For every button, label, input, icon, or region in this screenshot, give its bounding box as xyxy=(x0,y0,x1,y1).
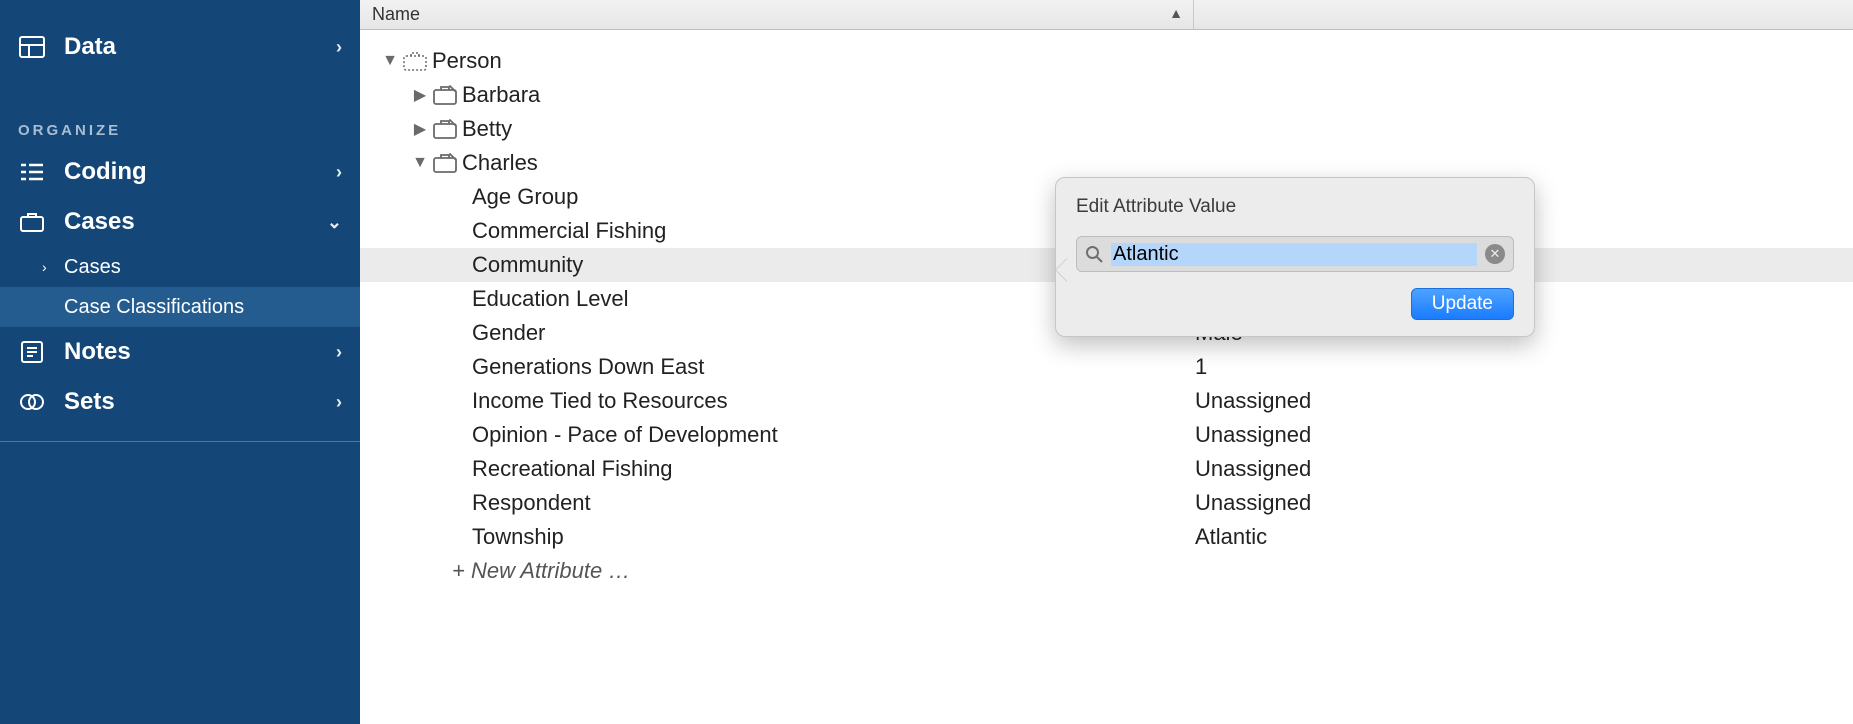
attribute-row[interactable]: Income Tied to Resources Unassigned xyxy=(360,384,1853,418)
tree-node-label: Barbara xyxy=(462,82,540,108)
attribute-row[interactable]: Recreational Fishing Unassigned xyxy=(360,452,1853,486)
nav-cases[interactable]: Cases ⌄ xyxy=(0,197,360,247)
nav-data-label: Data xyxy=(64,33,336,61)
main-panel: Name ▲ ▼ Person ▶ Barbara ▶ xyxy=(360,0,1853,724)
column-header-name-label: Name xyxy=(372,4,420,25)
chevron-down-icon: ⌄ xyxy=(327,212,342,233)
disclosure-open-icon[interactable]: ▼ xyxy=(378,52,402,70)
attribute-name: Gender xyxy=(468,320,545,346)
divider xyxy=(0,441,360,442)
chevron-right-icon: › xyxy=(42,259,60,275)
tree-node-label: Person xyxy=(432,48,502,74)
attribute-row[interactable]: Opinion - Pace of Development Unassigned xyxy=(360,418,1853,452)
attribute-name: Respondent xyxy=(468,490,591,516)
sidebar: Data › ORGANIZE Coding › Cases ⌄ › Cases… xyxy=(0,0,360,724)
chevron-right-icon: › xyxy=(336,342,342,363)
attribute-value-field-wrap: ✕ xyxy=(1076,236,1514,272)
nav-case-classifications[interactable]: Case Classifications xyxy=(0,287,360,327)
list-icon xyxy=(18,158,46,186)
tree-node-label: Charles xyxy=(462,150,538,176)
new-attribute-button[interactable]: + New Attribute … xyxy=(360,554,1853,588)
update-button[interactable]: Update xyxy=(1411,288,1514,320)
nav-data[interactable]: Data › xyxy=(0,22,360,72)
attribute-name: Education Level xyxy=(468,286,629,312)
nav-cases-sub-label: Cases xyxy=(64,256,121,279)
attribute-name: Community xyxy=(468,252,583,278)
attribute-value: 1 xyxy=(1195,354,1207,380)
chevron-right-icon: › xyxy=(336,162,342,183)
case-icon xyxy=(432,84,462,106)
attribute-name: Opinion - Pace of Development xyxy=(468,422,778,448)
column-header-name[interactable]: Name ▲ xyxy=(360,0,1194,29)
clear-input-icon[interactable]: ✕ xyxy=(1485,244,1505,264)
nav-coding-label: Coding xyxy=(64,158,336,186)
nav-case-classifications-label: Case Classifications xyxy=(64,296,244,319)
tree-node-person[interactable]: ▼ Person xyxy=(360,44,1853,78)
attribute-value-input[interactable] xyxy=(1111,243,1477,266)
tree-node-charles[interactable]: ▼ Charles xyxy=(360,146,1853,180)
nav-sets[interactable]: Sets › xyxy=(0,377,360,427)
attribute-name: Recreational Fishing xyxy=(468,456,673,482)
nav-coding[interactable]: Coding › xyxy=(0,147,360,197)
edit-attribute-popover: Edit Attribute Value ✕ Update xyxy=(1055,177,1535,337)
chevron-right-icon: › xyxy=(336,392,342,413)
attribute-name: Income Tied to Resources xyxy=(468,388,728,414)
attribute-value: Atlantic xyxy=(1195,524,1267,550)
attribute-name: Township xyxy=(468,524,564,550)
briefcase-icon xyxy=(18,208,46,236)
notes-icon xyxy=(18,338,46,366)
column-header-row: Name ▲ xyxy=(360,0,1853,30)
classification-icon xyxy=(402,50,432,72)
attribute-name: Generations Down East xyxy=(468,354,704,380)
disclosure-closed-icon[interactable]: ▶ xyxy=(408,85,432,105)
attribute-name: Age Group xyxy=(468,184,578,210)
data-icon xyxy=(18,33,46,61)
nav-notes-label: Notes xyxy=(64,338,336,366)
nav-cases-label: Cases xyxy=(64,208,327,236)
sets-icon xyxy=(18,388,46,416)
attribute-value: Unassigned xyxy=(1195,456,1311,482)
nav-sets-label: Sets xyxy=(64,388,336,416)
attribute-name: Commercial Fishing xyxy=(468,218,666,244)
attribute-value: Unassigned xyxy=(1195,422,1311,448)
sort-asc-icon: ▲ xyxy=(1169,5,1183,21)
attribute-row[interactable]: Generations Down East 1 xyxy=(360,350,1853,384)
attribute-value: Unassigned xyxy=(1195,388,1311,414)
attribute-row[interactable]: Township Atlantic xyxy=(360,520,1853,554)
disclosure-closed-icon[interactable]: ▶ xyxy=(408,119,432,139)
search-icon xyxy=(1085,245,1103,263)
new-attribute-label: + New Attribute … xyxy=(452,558,630,584)
tree-node-label: Betty xyxy=(462,116,512,142)
chevron-right-icon: › xyxy=(336,37,342,58)
nav-notes[interactable]: Notes › xyxy=(0,327,360,377)
case-icon xyxy=(432,152,462,174)
disclosure-open-icon[interactable]: ▼ xyxy=(408,154,432,172)
attribute-row[interactable]: Respondent Unassigned xyxy=(360,486,1853,520)
popover-title: Edit Attribute Value xyxy=(1076,196,1514,218)
case-icon xyxy=(432,118,462,140)
tree-node-barbara[interactable]: ▶ Barbara xyxy=(360,78,1853,112)
tree-node-betty[interactable]: ▶ Betty xyxy=(360,112,1853,146)
nav-cases-sub[interactable]: › Cases xyxy=(0,247,360,287)
attribute-value: Unassigned xyxy=(1195,490,1311,516)
organize-heading: ORGANIZE xyxy=(0,72,360,147)
